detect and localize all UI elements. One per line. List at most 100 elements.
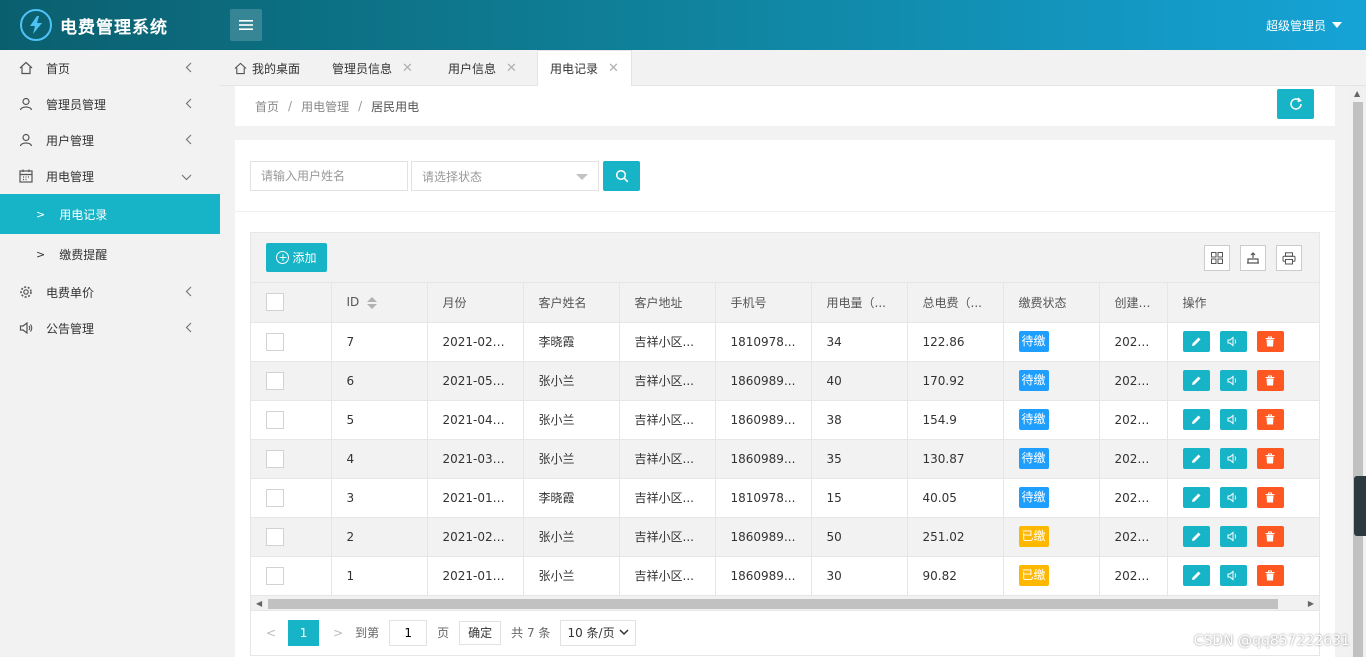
sidebar-subitem-usage-records[interactable]: > 用电记录 xyxy=(0,194,220,234)
close-icon[interactable]: ✕ xyxy=(506,61,517,76)
notify-button[interactable] xyxy=(1219,331,1247,352)
scroll-left-icon[interactable]: ◀ xyxy=(256,599,262,608)
tab-my-desktop[interactable]: 我的桌面 xyxy=(222,50,312,86)
scroll-up-icon[interactable]: ▲ xyxy=(1354,89,1360,98)
cell-select xyxy=(251,556,332,596)
sidebar-subitem-label: 缴费提醒 xyxy=(59,247,108,262)
delete-button[interactable] xyxy=(1256,565,1284,586)
close-icon[interactable]: ✕ xyxy=(402,61,413,76)
scrollbar-thumb[interactable] xyxy=(268,598,1278,609)
table-panel: + 添加 ID 月份 客户姓名 客户地址 手机号 用电量（... 总电费（...… xyxy=(235,212,1335,657)
status-badge: 待缴 xyxy=(1018,487,1049,508)
page-size-select[interactable]: 10 条/页 xyxy=(560,619,636,646)
pencil-icon xyxy=(1191,532,1200,541)
row-checkbox[interactable] xyxy=(266,371,284,390)
delete-button[interactable] xyxy=(1256,526,1284,547)
header-id[interactable]: ID xyxy=(331,283,428,323)
delete-button[interactable] xyxy=(1256,487,1284,508)
sidebar-subitem-payment-reminder[interactable]: > 缴费提醒 xyxy=(0,234,220,274)
row-checkbox[interactable] xyxy=(266,488,284,507)
tab-user-info[interactable]: 用户信息 ✕ xyxy=(436,50,529,86)
delete-button[interactable] xyxy=(1256,409,1284,430)
app-logo: 电费管理系统 xyxy=(0,0,220,50)
status-badge: 已缴 xyxy=(1018,526,1049,547)
notify-button[interactable] xyxy=(1219,448,1247,469)
row-checkbox[interactable] xyxy=(266,566,284,585)
prev-page-icon[interactable]: < xyxy=(266,626,276,640)
add-button[interactable]: + 添加 xyxy=(266,243,327,272)
notify-button[interactable] xyxy=(1219,409,1247,430)
delete-button[interactable] xyxy=(1256,370,1284,391)
confirm-page-button[interactable]: 确定 xyxy=(459,620,502,645)
sidebar-item-unit-price[interactable]: 电费单价 xyxy=(0,274,220,310)
tab-admin-info[interactable]: 管理员信息 ✕ xyxy=(320,50,425,86)
status-badge: 待缴 xyxy=(1018,370,1049,391)
select-all-checkbox[interactable] xyxy=(266,293,284,312)
breadcrumb-current: 居民用电 xyxy=(371,99,420,114)
sort-icon[interactable] xyxy=(367,296,378,309)
page-number-input[interactable] xyxy=(389,619,428,646)
edit-button[interactable] xyxy=(1182,331,1210,352)
edit-button[interactable] xyxy=(1182,526,1210,547)
row-checkbox[interactable] xyxy=(266,332,284,351)
page-vertical-scrollbar[interactable]: ▲ xyxy=(1350,86,1366,657)
close-icon[interactable]: ✕ xyxy=(608,61,619,76)
speaker-icon xyxy=(1227,336,1237,347)
cell-id: 6 xyxy=(331,361,428,401)
row-checkbox[interactable] xyxy=(266,449,284,468)
customer-name-input[interactable] xyxy=(250,161,408,191)
cell-customer-address: 吉祥小区... xyxy=(619,556,716,596)
status-select[interactable]: 请选择状态 xyxy=(411,161,599,191)
cell-payment-status: 待缴 xyxy=(1003,400,1100,440)
cell-select xyxy=(251,400,332,440)
edit-button[interactable] xyxy=(1182,409,1210,430)
menu-toggle-button[interactable] xyxy=(230,9,262,41)
notify-button[interactable] xyxy=(1219,487,1247,508)
sidebar-item-electricity[interactable]: 用电管理 xyxy=(0,158,220,194)
sidebar-item-users[interactable]: 用户管理 xyxy=(0,122,220,158)
current-page-button[interactable]: 1 xyxy=(288,619,320,646)
cell-total: 122.86 xyxy=(907,322,1004,362)
delete-button[interactable] xyxy=(1256,331,1284,352)
breadcrumb-separator: / xyxy=(288,99,293,113)
user-menu[interactable]: 超级管理员 xyxy=(1266,0,1342,50)
sidebar-item-home[interactable]: 首页 xyxy=(0,50,220,86)
cell-total: 130.87 xyxy=(907,439,1004,479)
row-checkbox[interactable] xyxy=(266,527,284,546)
next-page-icon[interactable]: > xyxy=(333,626,343,640)
column-filter-button[interactable] xyxy=(1204,245,1230,271)
scroll-right-icon[interactable]: ▶ xyxy=(1308,599,1314,608)
cell-month: 2021-01-10 xyxy=(427,556,524,596)
refresh-button[interactable] xyxy=(1277,89,1314,119)
sidebar-item-label: 首页 xyxy=(46,61,71,76)
cell-month: 2021-02-10 xyxy=(427,322,524,362)
sidebar-item-label: 公告管理 xyxy=(46,321,95,336)
edit-button[interactable] xyxy=(1182,565,1210,586)
sidebar-item-admin[interactable]: 管理员管理 xyxy=(0,86,220,122)
edit-button[interactable] xyxy=(1182,370,1210,391)
edit-button[interactable] xyxy=(1182,487,1210,508)
delete-button[interactable] xyxy=(1256,448,1284,469)
vertical-scrollbar-thumb[interactable] xyxy=(1353,102,1363,657)
cell-customer-address: 吉祥小区... xyxy=(619,361,716,401)
side-widget[interactable] xyxy=(1354,476,1366,536)
search-button[interactable] xyxy=(603,161,640,191)
cell-usage: 35 xyxy=(811,439,908,479)
breadcrumb-home[interactable]: 首页 xyxy=(255,98,279,115)
cell-total: 90.82 xyxy=(907,556,1004,596)
horizontal-scrollbar[interactable]: ◀ ▶ xyxy=(251,595,1319,611)
notify-button[interactable] xyxy=(1219,370,1247,391)
cell-created-time: 2021-06-... xyxy=(1099,322,1168,362)
notify-button[interactable] xyxy=(1219,526,1247,547)
tab-usage-records[interactable]: 用电记录 ✕ xyxy=(537,50,632,86)
export-button[interactable] xyxy=(1240,245,1266,271)
row-checkbox[interactable] xyxy=(266,410,284,429)
page-size-label: 10 条/页 xyxy=(567,626,615,640)
edit-button[interactable] xyxy=(1182,448,1210,469)
sidebar-item-announcements[interactable]: 公告管理 xyxy=(0,310,220,346)
cell-total: 154.9 xyxy=(907,400,1004,440)
trash-icon xyxy=(1265,453,1275,464)
breadcrumb-electricity[interactable]: 用电管理 xyxy=(301,98,349,115)
print-button[interactable] xyxy=(1276,245,1302,271)
notify-button[interactable] xyxy=(1219,565,1247,586)
